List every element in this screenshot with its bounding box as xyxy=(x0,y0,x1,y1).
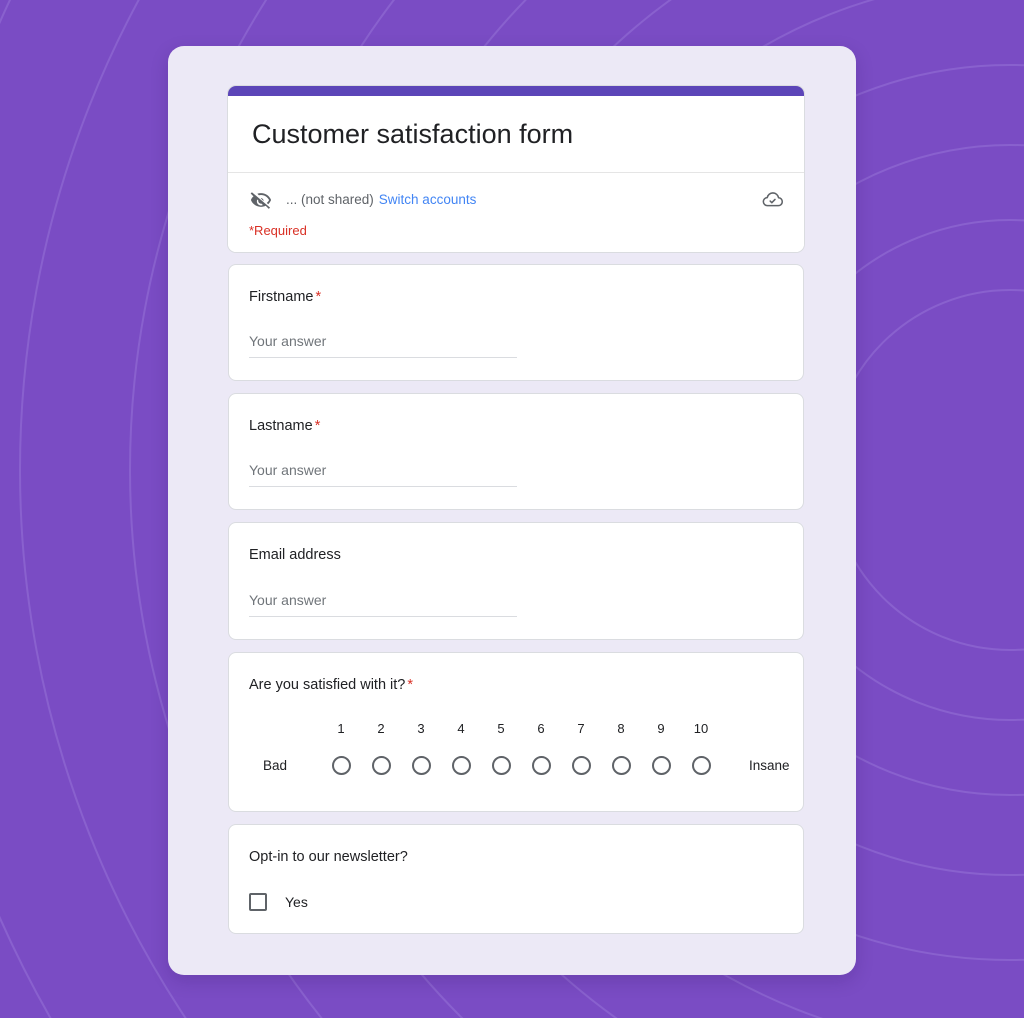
radio-circle-icon[interactable] xyxy=(691,756,711,776)
question-label-firstname: Firstname * xyxy=(249,287,783,307)
form-outer-panel: Customer satisfaction form ... (not shar… xyxy=(168,46,856,975)
scale-radio-1[interactable] xyxy=(321,756,361,776)
form-accent-stripe xyxy=(228,86,804,96)
eye-off-icon xyxy=(248,187,274,213)
scale-radio-9[interactable] xyxy=(641,756,681,776)
question-label-email: Email address xyxy=(249,545,783,565)
question-label-newsletter: Opt-in to our newsletter? xyxy=(249,847,783,867)
linear-scale: 1 2 3 4 5 6 7 8 9 10 Bad Insane xyxy=(249,715,790,789)
form-column: Customer satisfaction form ... (not shar… xyxy=(228,86,804,946)
newsletter-checkbox-row[interactable]: Yes xyxy=(249,893,783,912)
page-title: Customer satisfaction form xyxy=(252,119,574,149)
account-row: ... (not shared) Switch accounts xyxy=(248,187,784,213)
scale-high-label: Insane xyxy=(749,758,790,774)
radio-circle-icon[interactable] xyxy=(531,756,551,776)
checkbox-icon[interactable] xyxy=(249,893,267,912)
scale-radio-3[interactable] xyxy=(401,756,441,776)
lastname-input[interactable] xyxy=(249,462,517,488)
scale-number: 4 xyxy=(457,721,465,737)
question-card-email: Email address xyxy=(228,522,804,640)
question-label-text: Email address xyxy=(249,547,341,564)
scale-radio-10[interactable] xyxy=(681,756,721,776)
scale-numbers-row: 1 2 3 4 5 6 7 8 9 10 xyxy=(257,715,783,743)
radio-circle-icon[interactable] xyxy=(571,756,591,776)
question-label-text: Lastname xyxy=(249,418,313,435)
scale-number: 8 xyxy=(617,721,625,737)
question-label-text: Are you satisfied with it? xyxy=(249,676,406,693)
scale-number: 2 xyxy=(377,721,385,737)
scale-number: 6 xyxy=(537,721,545,737)
scale-number: 5 xyxy=(497,721,505,737)
radio-circle-icon[interactable] xyxy=(411,756,431,776)
required-asterisk: * xyxy=(407,676,414,693)
scale-radio-2[interactable] xyxy=(361,756,401,776)
checkbox-option-label: Yes xyxy=(285,894,308,911)
account-status-text: ... (not shared) xyxy=(286,192,374,208)
question-label-text: Firstname xyxy=(249,288,314,305)
radio-circle-icon[interactable] xyxy=(451,756,471,776)
form-header-card: Customer satisfaction form ... (not shar… xyxy=(228,86,804,252)
email-input[interactable] xyxy=(249,591,517,617)
required-asterisk: * xyxy=(314,418,321,435)
form-meta-zone: ... (not shared) Switch accounts *Requir… xyxy=(228,172,804,252)
question-card-lastname: Lastname * xyxy=(228,393,804,511)
scale-number: 9 xyxy=(657,721,665,737)
scale-number: 1 xyxy=(337,721,345,737)
scale-radio-6[interactable] xyxy=(521,756,561,776)
required-note: *Required xyxy=(249,222,307,238)
question-label-satisfaction: Are you satisfied with it? * xyxy=(249,675,783,695)
radio-circle-icon[interactable] xyxy=(331,756,351,776)
form-title-zone: Customer satisfaction form xyxy=(228,96,804,173)
question-card-newsletter: Opt-in to our newsletter? Yes xyxy=(228,823,804,935)
scale-options-row: Bad Insane xyxy=(257,743,790,789)
question-label-lastname: Lastname * xyxy=(249,416,783,436)
scale-radio-5[interactable] xyxy=(481,756,521,776)
required-asterisk: * xyxy=(315,288,322,305)
cloud-done-icon[interactable] xyxy=(760,188,784,212)
scale-number: 3 xyxy=(417,721,425,737)
radio-circle-icon[interactable] xyxy=(611,756,631,776)
question-card-firstname: Firstname * xyxy=(228,263,804,382)
radio-circle-icon[interactable] xyxy=(491,756,511,776)
radio-circle-icon[interactable] xyxy=(371,756,391,776)
radio-circle-icon[interactable] xyxy=(651,756,671,776)
scale-number: 10 xyxy=(693,721,709,737)
scale-radio-7[interactable] xyxy=(561,756,601,776)
question-label-text: Opt-in to our newsletter? xyxy=(249,848,408,865)
scale-radio-8[interactable] xyxy=(601,756,641,776)
question-card-satisfaction: Are you satisfied with it? * 1 2 3 4 5 6 … xyxy=(228,651,804,812)
scale-low-label: Bad xyxy=(263,758,288,774)
scale-number: 7 xyxy=(577,721,585,737)
switch-accounts-link[interactable]: Switch accounts xyxy=(379,192,477,207)
firstname-input[interactable] xyxy=(249,333,517,359)
scale-radio-4[interactable] xyxy=(441,756,481,776)
